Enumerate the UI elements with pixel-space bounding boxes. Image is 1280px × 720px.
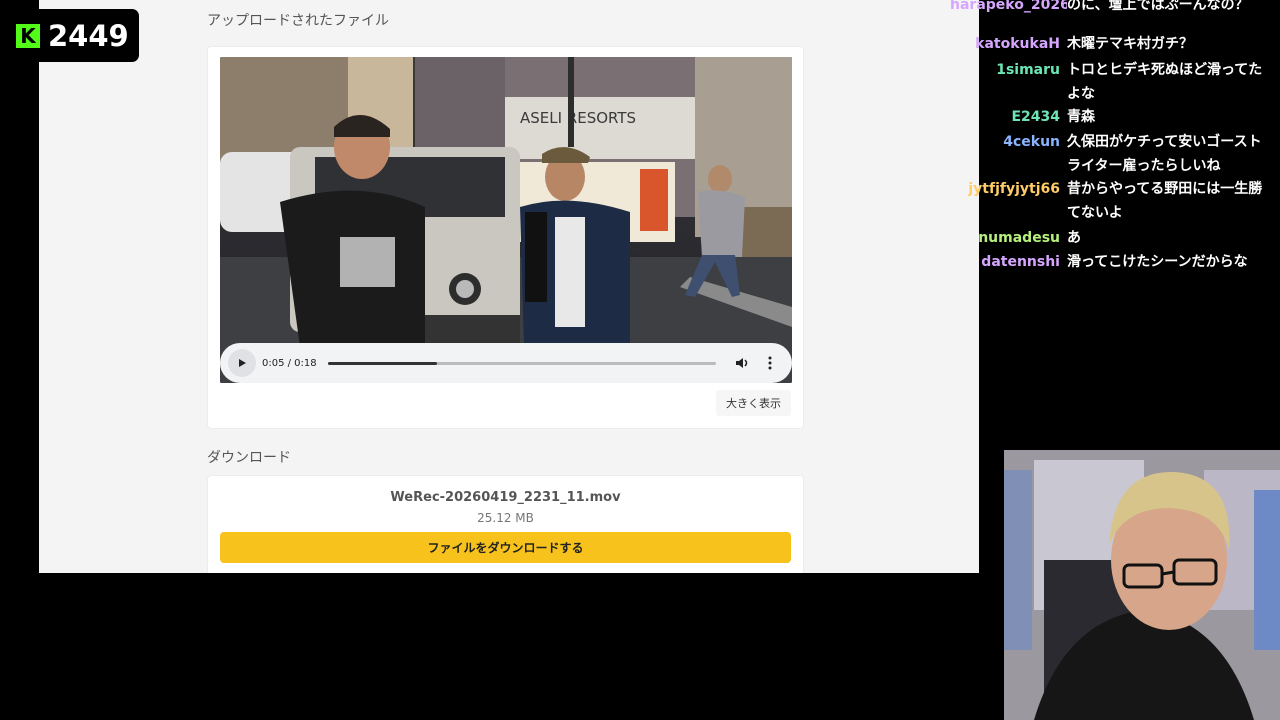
chat-username: katokukaH xyxy=(975,36,1060,52)
play-icon xyxy=(239,359,246,367)
shop-sign-text: ASELI RESORTS xyxy=(520,109,636,127)
chat-text: 木曜テマキ村ガチ？ xyxy=(1067,36,1193,52)
file-size: 25.12 MB xyxy=(477,511,534,525)
chat-username: 4cekun xyxy=(1003,134,1060,150)
viewer-count-badge: K 2449 xyxy=(8,9,139,62)
playback-time: 0:05 / 0:18 xyxy=(262,357,317,369)
download-card: WeRec-20260419_2231_11.mov 25.12 MB ファイル… xyxy=(207,475,804,573)
uploaded-files-heading: アップロードされたファイル xyxy=(207,13,389,29)
chat-username: datennshi xyxy=(981,254,1060,270)
chat-username: 1simaru xyxy=(996,62,1060,78)
video-player[interactable]: ASELI RESORTS 0:05 / 0:18 xyxy=(220,57,792,383)
chat-text: 滑ってこけたシーンだからな xyxy=(1067,254,1248,270)
more-options-button[interactable] xyxy=(758,351,782,375)
video-controls: 0:05 / 0:18 xyxy=(220,343,792,383)
download-file-button[interactable]: ファイルをダウンロードする xyxy=(220,532,791,563)
webcam-feed xyxy=(1004,450,1280,720)
seek-bar[interactable] xyxy=(328,361,716,365)
chat-username: numadesu xyxy=(978,230,1060,246)
chat-message: harapeko_2026 のに、壇上ではぷーんなの？ xyxy=(950,0,1280,17)
chat-message: E2434 青森 xyxy=(950,105,1280,129)
viewer-count: 2449 xyxy=(48,18,129,53)
chat-username: jytfjfyjytj66 xyxy=(968,181,1060,197)
chat-username: E2434 xyxy=(1011,109,1060,125)
webcam-image xyxy=(1004,450,1280,720)
browser-page: アップロードされたファイル ASELI RESORTS 0:05 / 0:18 … xyxy=(39,0,979,573)
chat-text: 青森 xyxy=(1067,109,1095,125)
chat-message: datennshi 滑ってこけたシーンだからな xyxy=(950,250,1280,274)
play-button[interactable] xyxy=(228,349,256,377)
enlarge-button[interactable]: 大きく表示 xyxy=(716,390,791,416)
chat-text: 昔からやってる野田には一生勝てないよ xyxy=(1067,181,1263,221)
kick-logo-icon: K xyxy=(16,23,40,48)
chat-message: katokukaH 木曜テマキ村ガチ？ xyxy=(950,32,1280,56)
file-name: WeRec-20260419_2231_11.mov xyxy=(390,490,621,505)
video-frame: ASELI RESORTS xyxy=(220,57,792,383)
chat-message: numadesu あ xyxy=(950,226,1280,250)
volume-button[interactable] xyxy=(730,351,754,375)
chat-text: あ xyxy=(1067,230,1081,246)
volume-icon xyxy=(736,358,748,368)
more-vertical-icon xyxy=(768,356,772,370)
chat-overlay: harapeko_2026 のに、壇上ではぷーんなの？ katokukaH 木曜テ… xyxy=(950,0,1280,280)
chat-text: トロとヒデキ死ぬほど滑ってたよな xyxy=(1067,62,1263,102)
chat-text: のに、壇上ではぷーんなの？ xyxy=(1067,0,1249,13)
chat-message: 1simaru トロとヒデキ死ぬほど滑ってたよな xyxy=(950,58,1280,106)
download-heading: ダウンロード xyxy=(207,450,291,466)
chat-message: jytfjfyjytj66 昔からやってる野田には一生勝てないよ xyxy=(950,177,1280,225)
video-card: ASELI RESORTS 0:05 / 0:18 大きく表示 xyxy=(207,46,804,429)
chat-message: 4cekun 久保田がケチって安いゴーストライター雇ったらしいね xyxy=(950,130,1280,178)
chat-text: 久保田がケチって安いゴーストライター雇ったらしいね xyxy=(1067,134,1262,174)
seek-bar-fill xyxy=(328,361,437,365)
chat-username: harapeko_2026 xyxy=(950,0,1067,13)
